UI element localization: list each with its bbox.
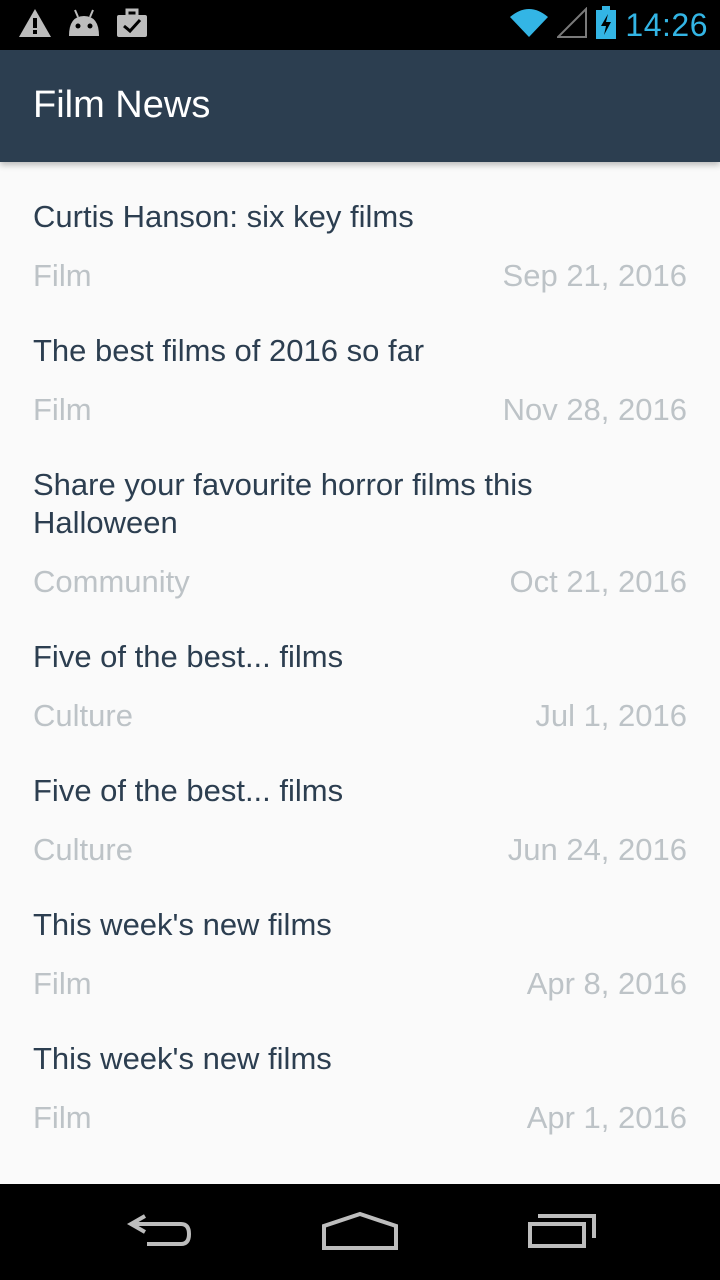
- page-title: Film News: [33, 84, 211, 126]
- briefcase-icon: [116, 8, 148, 43]
- back-icon: [125, 1210, 195, 1255]
- article-meta: Film Nov 28, 2016: [33, 392, 687, 428]
- navigation-bar: [0, 1184, 720, 1280]
- list-item[interactable]: This week's new films Film Apr 8, 2016: [0, 870, 720, 1004]
- app-bar: Film News: [0, 50, 720, 162]
- article-title: This week's new films: [33, 1041, 332, 1076]
- article-title: Five of the best... films: [33, 773, 344, 808]
- article-date: Oct 21, 2016: [509, 564, 687, 599]
- article-meta: Community Oct 21, 2016: [33, 564, 687, 600]
- list-item[interactable]: Share your favourite horror films this H…: [0, 430, 720, 602]
- battery-icon: [595, 5, 617, 45]
- article-date: Sep 21, 2016: [502, 258, 687, 293]
- clock: 14:26: [625, 6, 708, 43]
- system-indicators: 14:26: [509, 5, 708, 45]
- article-date: Nov 28, 2016: [502, 392, 687, 427]
- list-item[interactable]: This week's new films Film Apr 1, 2016: [0, 1004, 720, 1138]
- article-meta: Culture Jun 24, 2016: [33, 832, 687, 868]
- home-button[interactable]: [300, 1184, 420, 1280]
- article-title: Share your favourite horror films this H…: [33, 467, 533, 540]
- article-meta: Film Sep 21, 2016: [33, 258, 687, 294]
- article-date: Jul 1, 2016: [535, 698, 687, 733]
- article-section: Community: [33, 564, 190, 599]
- status-bar: 14:26: [0, 0, 720, 50]
- article-section: Film: [33, 392, 92, 427]
- article-section: Film: [33, 966, 92, 1001]
- article-title: Curtis Hanson: six key films: [33, 199, 414, 234]
- recents-icon: [526, 1210, 598, 1255]
- article-date: Apr 1, 2016: [526, 1100, 687, 1135]
- article-title: This week's new films: [33, 907, 332, 942]
- article-section: Film: [33, 1100, 92, 1135]
- android-icon: [66, 8, 102, 43]
- article-title: Five of the best... films: [33, 639, 344, 674]
- notification-icons: [18, 8, 148, 42]
- article-list[interactable]: Curtis Hanson: six key films Film Sep 21…: [0, 162, 720, 1184]
- list-item[interactable]: Five of the best... films Culture Jun 24…: [0, 736, 720, 870]
- article-title: The best films of 2016 so far: [33, 333, 425, 368]
- signal-icon: [556, 6, 588, 44]
- article-section: Culture: [33, 698, 133, 733]
- back-button[interactable]: [100, 1184, 220, 1280]
- article-meta: Film Apr 1, 2016: [33, 1100, 687, 1136]
- wifi-icon: [509, 7, 549, 44]
- list-item[interactable]: The best films of 2016 so far Film Nov 2…: [0, 296, 720, 430]
- article-section: Film: [33, 258, 92, 293]
- list-item[interactable]: Five of the best... films Culture Jul 1,…: [0, 602, 720, 736]
- warning-icon: [18, 8, 52, 43]
- article-date: Jun 24, 2016: [507, 832, 687, 867]
- article-meta: Culture Jul 1, 2016: [33, 698, 687, 734]
- article-date: Apr 8, 2016: [526, 966, 687, 1001]
- article-meta: Film Apr 8, 2016: [33, 966, 687, 1002]
- recents-button[interactable]: [502, 1184, 622, 1280]
- list-item[interactable]: Curtis Hanson: six key films Film Sep 21…: [0, 162, 720, 296]
- article-section: Culture: [33, 832, 133, 867]
- home-icon: [322, 1210, 398, 1255]
